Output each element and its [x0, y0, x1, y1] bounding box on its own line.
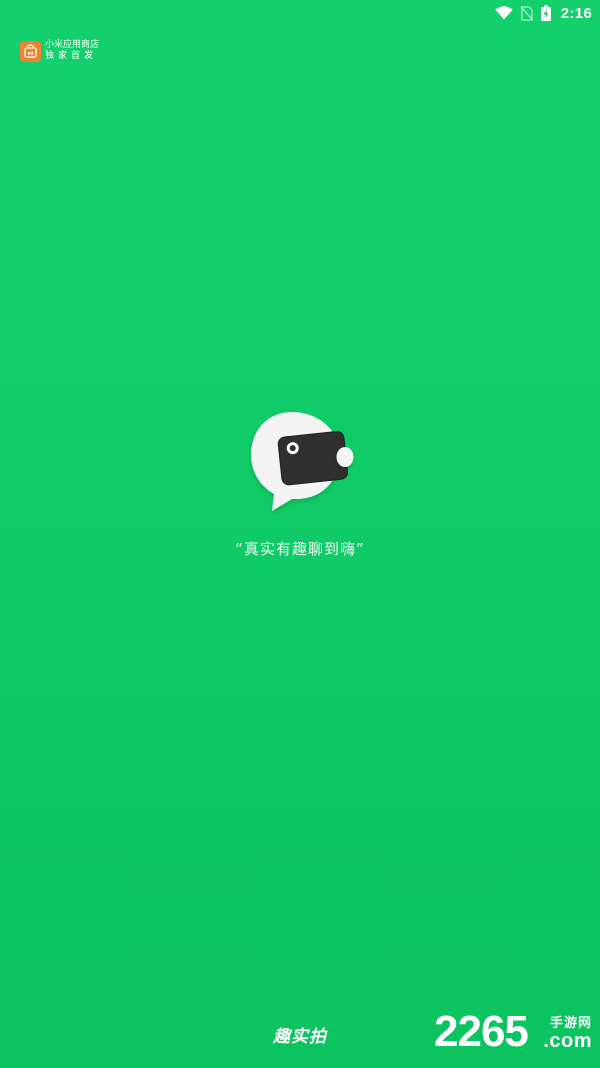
store-logo-icon: mi	[20, 40, 41, 62]
store-name: 小米应用商店	[45, 40, 100, 50]
no-sim-icon	[520, 5, 533, 21]
status-icons: 2:16	[495, 4, 592, 22]
site-watermark: 2265 手游网 .com	[434, 1008, 594, 1058]
battery-charging-icon	[540, 5, 551, 21]
watermark-site-cn: 手游网	[549, 1016, 592, 1031]
svg-text:mi: mi	[28, 51, 34, 57]
store-text: 小米应用商店 独家首发	[45, 40, 99, 62]
store-tagline: 独家首发	[45, 51, 98, 61]
store-badge: mi 小米应用商店 独家首发	[20, 40, 99, 62]
status-time: 2:16	[560, 4, 592, 22]
wifi-icon	[495, 6, 513, 20]
app-slogan: “真实有趣聊到嗨”	[235, 540, 365, 558]
chat-bubble-camera-icon	[248, 410, 358, 514]
status-bar: 2:16	[0, 0, 600, 26]
watermark-number: 2265	[434, 1007, 529, 1056]
watermark-domain: .com	[543, 1030, 592, 1052]
